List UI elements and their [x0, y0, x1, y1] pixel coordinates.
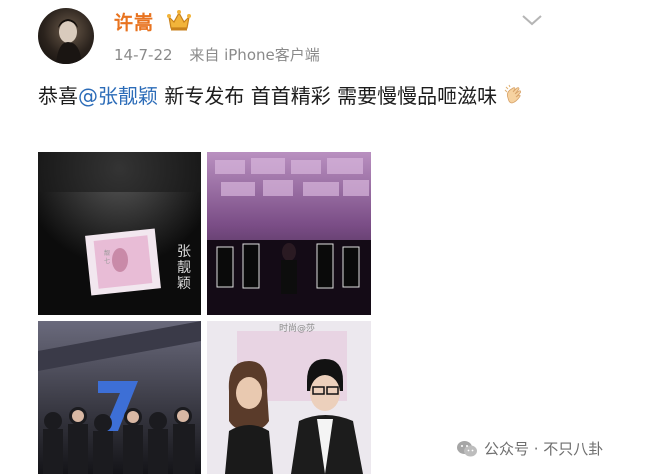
chevron-down-icon[interactable] [520, 12, 544, 28]
post-text: 恭喜@张靓颖 新专发布 首首精彩 需要慢慢品咂滋味 [38, 80, 578, 113]
avatar[interactable] [38, 8, 94, 64]
two-singers-photo[interactable]: 时尚@莎 [207, 321, 371, 474]
clapping-hands-icon [505, 84, 522, 104]
username[interactable]: 许嵩 [114, 8, 154, 35]
album-poster-photo[interactable]: 张靓颖 靓七 [38, 152, 201, 315]
poster-small-text: 靓七 [104, 250, 111, 265]
weibo-post: 许嵩 14-7-22 来自 iPhone客户端 恭喜@张靓颖 新专发布 首首精彩… [0, 0, 658, 474]
press-event-photo[interactable] [38, 321, 201, 474]
poster-artist-name: 张靓颖 [177, 244, 191, 292]
post-meta: 14-7-22 来自 iPhone客户端 [114, 44, 320, 65]
photo-caption: 时尚@莎 [279, 324, 316, 334]
stage-performance-photo[interactable] [207, 152, 371, 315]
post-time[interactable]: 14-7-22 [114, 46, 173, 64]
watermark: 公众号 · 不只八卦 [456, 438, 603, 459]
wechat-icon [457, 440, 477, 456]
watermark-text: 公众号 · 不只八卦 [484, 440, 604, 458]
mention-link[interactable]: @张靓颖 [78, 84, 158, 108]
crown-icon [167, 10, 191, 31]
post-text-prefix: 恭喜 [38, 84, 78, 108]
post-source: 来自 iPhone客户端 [189, 46, 320, 64]
post-text-body: 新专发布 首首精彩 需要慢慢品咂滋味 [158, 84, 498, 108]
